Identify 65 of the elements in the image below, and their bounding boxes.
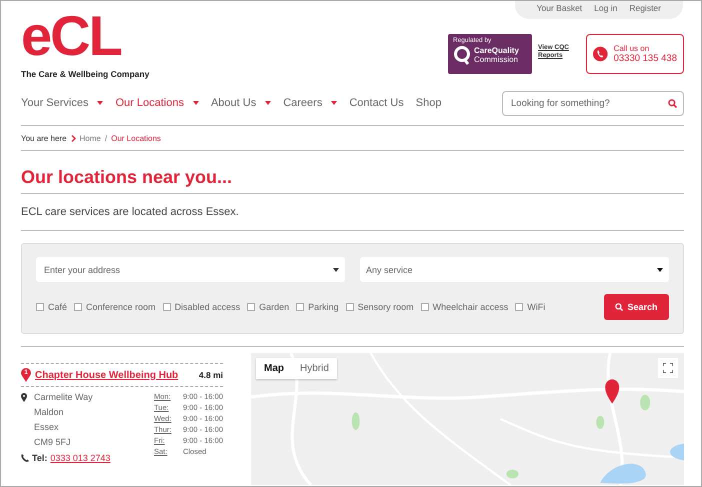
filter-label: WiFi — [527, 302, 546, 312]
filter-label: Café — [48, 302, 68, 312]
address-line: Carmelite Way — [34, 391, 94, 403]
map[interactable]: Map Hybrid — [251, 353, 684, 485]
search-button[interactable]: Search — [604, 294, 669, 320]
filter-label: Disabled access — [174, 302, 240, 312]
checkbox[interactable] — [162, 303, 171, 311]
nav-item[interactable]: Shop — [416, 97, 442, 109]
caret-icon — [333, 268, 339, 272]
map-type-tab[interactable]: Map — [256, 358, 292, 379]
nav-item[interactable]: Careers — [283, 97, 338, 109]
address-line: Essex — [34, 421, 60, 433]
top-link[interactable]: Log in — [594, 3, 618, 13]
cqc-name: CareQuality — [474, 46, 519, 55]
address-line: CM9 5FJ — [34, 436, 72, 448]
breadcrumb-link[interactable]: Our Locations — [111, 134, 161, 142]
phone-number: 03330 135 438 — [614, 53, 677, 64]
call-box[interactable]: Call us on 03330 135 438 — [586, 34, 684, 74]
checkbox[interactable] — [346, 303, 354, 311]
top-link[interactable]: Register — [629, 3, 661, 13]
intro-text: ECL care services are located across Essex. — [21, 205, 240, 220]
breadcrumb-label: You are here — [21, 134, 67, 142]
search-icon — [615, 303, 624, 311]
pin-icon — [21, 368, 31, 382]
address-box[interactable]: Enter your address — [36, 257, 345, 282]
tel-label: Tel: — [32, 453, 48, 463]
filter-label: Sensory room — [358, 302, 414, 312]
phone-icon — [593, 44, 608, 64]
top-link[interactable]: Your Basket — [536, 3, 582, 13]
filter-label: Garden — [259, 302, 290, 312]
page-heading: Our locations near you... — [21, 166, 234, 189]
checkbox[interactable] — [420, 303, 429, 311]
fullscreen-button[interactable] — [658, 358, 678, 378]
checkbox[interactable] — [74, 303, 82, 311]
tel-link[interactable]: 0333 013 2743 — [50, 453, 110, 463]
tagline: The Care & Wellbeing Company — [21, 69, 150, 79]
breadcrumb-separator: / — [104, 134, 108, 142]
checkbox[interactable] — [515, 303, 524, 311]
service-dropdown[interactable]: Any service — [360, 257, 669, 282]
logo[interactable]: eCL — [21, 9, 150, 65]
filter-label: Wheelchair access — [432, 302, 508, 312]
fullscreen-icon — [663, 363, 673, 373]
nav-item[interactable]: Contact Us — [349, 97, 404, 109]
search-box[interactable]: Looking for something? — [502, 90, 684, 116]
nav-item[interactable]: Your Services — [21, 97, 104, 109]
search-icon — [668, 98, 677, 108]
checkbox[interactable] — [296, 303, 304, 311]
filter-label: Conference room — [86, 302, 156, 312]
breadcrumb-link[interactable]: Home — [80, 134, 101, 142]
nav-item[interactable]: Our Locations — [115, 97, 199, 109]
address-line: Maldon — [34, 406, 65, 418]
ring-icon — [453, 45, 471, 65]
phone-icon — [21, 454, 29, 462]
checkbox[interactable] — [36, 303, 44, 311]
checkbox[interactable] — [247, 303, 256, 311]
caret-icon — [657, 268, 663, 272]
cqc-name: Commission — [474, 55, 519, 64]
nav-item[interactable]: About Us — [210, 97, 272, 109]
filter-label: Parking — [308, 302, 339, 312]
location-name[interactable]: Chapter House Wellbeing Hub — [35, 370, 178, 380]
chevron-icon — [70, 134, 76, 142]
distance: 4.8 mi — [198, 370, 223, 380]
map-pin-icon — [21, 393, 27, 402]
map-type-tab[interactable]: Hybrid — [292, 358, 337, 379]
call-label: Call us on — [614, 44, 650, 53]
